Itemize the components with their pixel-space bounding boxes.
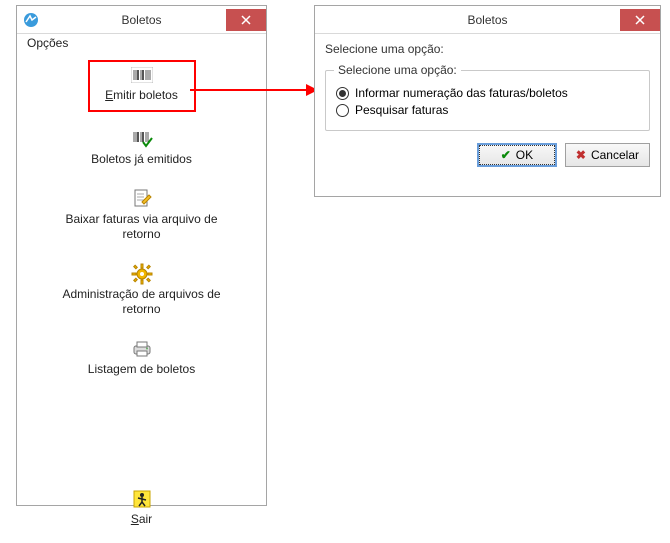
close-button[interactable] [226,9,266,31]
button-label: OK [516,148,533,162]
group-legend: Selecione uma opção: [334,63,461,77]
menu-item-label: Baixar faturas via arquivo de retorno [52,212,232,241]
close-button[interactable] [620,9,660,31]
menu-item-label: Emitir boletos [105,88,178,102]
menu-body: Emitir boletos Boletos já emitidos Baixa… [17,52,266,543]
check-icon: ✔ [501,148,511,162]
menu-item-label: Boletos já emitidos [91,152,192,166]
menu-item-sair[interactable]: Sair [52,482,232,532]
ok-button[interactable]: ✔ OK [477,143,557,167]
radio-pesquisar-faturas[interactable]: Pesquisar faturas [336,103,639,117]
menu-item-label: Listagem de boletos [88,362,195,376]
menu-item-listagem[interactable]: Listagem de boletos [52,332,232,382]
menu-item-baixar-faturas[interactable]: Baixar faturas via arquivo de retorno [52,182,232,247]
boletos-dialog-window: Boletos Selecione uma opção: Selecione u… [314,5,661,197]
window-title: Boletos [315,13,660,27]
button-label: Cancelar [591,148,639,162]
radio-icon [336,87,349,100]
menu-item-boletos-emitidos[interactable]: Boletos já emitidos [52,122,232,172]
radio-icon [336,104,349,117]
boletos-menu-window: Boletos Opções Emitir boletos Boletos já… [16,5,267,506]
close-icon [635,15,645,25]
menu-item-label: Sair [131,512,152,526]
exit-icon [131,488,153,510]
printer-icon [131,338,153,360]
menubar: Opções [17,34,266,52]
menu-item-admin-arquivos[interactable]: Administração de arquivos de retorno [52,257,232,322]
dialog-prompt: Selecione uma opção: [325,42,650,56]
dialog-body: Selecione uma opção: Selecione uma opção… [315,34,660,177]
option-group: Selecione uma opção: Informar numeração … [325,70,650,131]
cancel-button[interactable]: ✖ Cancelar [565,143,650,167]
radio-informar-numeracao[interactable]: Informar numeração das faturas/boletos [336,86,639,100]
titlebar: Boletos [315,6,660,34]
menu-item-label: Administração de arquivos de retorno [52,287,232,316]
barcode-icon [131,64,153,86]
gear-icon [131,263,153,285]
menu-item-emitir-boletos[interactable]: Emitir boletos [88,60,196,112]
radio-label: Informar numeração das faturas/boletos [355,86,568,100]
titlebar: Boletos [17,6,266,34]
radio-label: Pesquisar faturas [355,103,448,117]
document-edit-icon [131,188,153,210]
dialog-buttons: ✔ OK ✖ Cancelar [325,143,650,167]
barcode-check-icon [131,128,153,150]
x-icon: ✖ [576,148,586,162]
close-icon [241,15,251,25]
app-icon [23,12,39,28]
menu-opcoes[interactable]: Opções [23,34,72,52]
